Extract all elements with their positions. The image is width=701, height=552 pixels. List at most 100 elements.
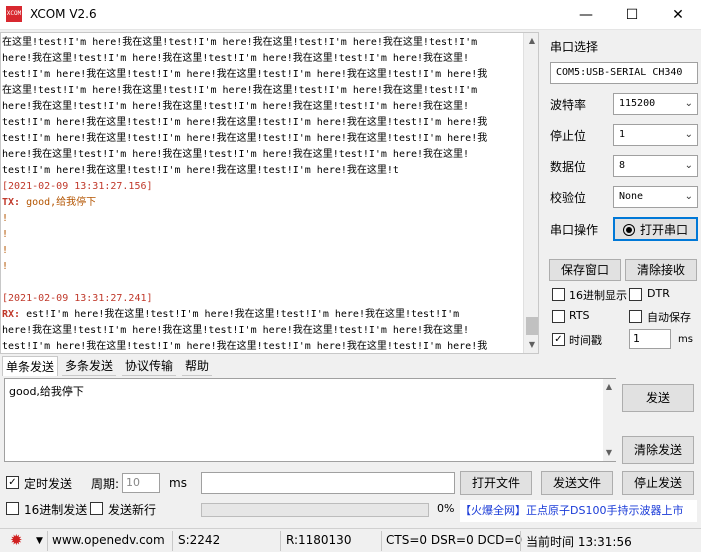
receive-line: TX: good,给我停下 bbox=[2, 195, 520, 211]
send-scrollbar[interactable]: ▲ ▼ bbox=[603, 379, 616, 461]
clear-send-button[interactable]: 清除发送 bbox=[622, 436, 694, 464]
receive-line: here!我在这里!test!I'm here!我在这里!test!I'm he… bbox=[2, 99, 520, 115]
chevron-down-icon: ⌄ bbox=[684, 160, 693, 171]
receive-area[interactable]: 在这里!test!I'm here!我在这里!test!I'm here!我在这… bbox=[0, 32, 539, 354]
scroll-up-icon[interactable]: ▲ bbox=[603, 381, 615, 393]
receive-line bbox=[2, 275, 520, 291]
receive-line: [2021-02-09 13:31:27.156] bbox=[2, 179, 520, 195]
progress-text: 0% bbox=[437, 502, 455, 515]
minimize-button[interactable]: — bbox=[563, 0, 609, 30]
chevron-down-icon: ⌄ bbox=[684, 129, 693, 140]
status-bar: ✹ ▼ www.openedv.com S:2242 R:1180130 CTS… bbox=[0, 528, 701, 552]
receive-line-text: 在这里!test!I'm here!我在这里!test!I'm here!我在这… bbox=[2, 37, 478, 48]
hex-display-label: 16进制显示 bbox=[569, 289, 627, 302]
website-link[interactable]: www.openedv.com bbox=[52, 533, 165, 547]
port-label: 串口选择 bbox=[550, 40, 599, 54]
receive-line-text: test!I'm here!我在这里!test!I'm here!我在这里!te… bbox=[2, 341, 488, 352]
receive-line-text: est!I'm here!我在这里!test!I'm here!我在这里!tes… bbox=[20, 309, 460, 320]
hex-display-checkbox[interactable] bbox=[552, 288, 565, 301]
period-input[interactable]: 10 bbox=[122, 473, 160, 493]
databit-select[interactable]: 8 ⌄ bbox=[613, 155, 698, 177]
hex-send-label: 16进制发送 bbox=[24, 503, 88, 517]
timestamp-ms-input[interactable]: 1 bbox=[629, 329, 671, 349]
receive-line-text: here!我在这里!test!I'm here!我在这里!test!I'm he… bbox=[2, 325, 470, 336]
timestamp-checkbox[interactable]: ✓ bbox=[552, 333, 565, 346]
hex-send-checkbox[interactable] bbox=[6, 502, 19, 515]
scroll-down-icon[interactable]: ▼ bbox=[526, 339, 538, 351]
receive-text: 在这里!test!I'm here!我在这里!test!I'm here!我在这… bbox=[2, 35, 520, 353]
current-time: 当前时间 13:31:56 bbox=[526, 535, 632, 549]
open-port-button[interactable]: 打开串口 bbox=[613, 217, 698, 241]
send-file-button[interactable]: 发送文件 bbox=[541, 471, 613, 495]
receive-scrollbar[interactable]: ▲ ▼ bbox=[523, 33, 538, 353]
scroll-thumb[interactable] bbox=[526, 317, 538, 335]
divider bbox=[280, 531, 281, 551]
receive-line: test!I'm here!我在这里!test!I'm here!我在这里!te… bbox=[2, 339, 520, 353]
send-button[interactable]: 发送 bbox=[622, 384, 694, 412]
rts-checkbox[interactable] bbox=[552, 310, 565, 323]
receive-line-text: [2021-02-09 13:31:27.156] bbox=[2, 181, 153, 192]
receive-line-text: here!我在这里!test!I'm here!我在这里!test!I'm he… bbox=[2, 53, 470, 64]
send-input[interactable]: good,给我停下 ▲ ▼ bbox=[4, 378, 616, 462]
receive-line-text: ! bbox=[2, 229, 9, 240]
receive-line-text: 在这里!test!I'm here!我在这里!test!I'm here!我在这… bbox=[2, 85, 478, 96]
receive-line: [2021-02-09 13:31:27.241] bbox=[2, 291, 520, 307]
tab-single-send[interactable]: 单条发送 bbox=[2, 356, 59, 376]
open-file-button[interactable]: 打开文件 bbox=[460, 471, 532, 495]
file-path-input[interactable] bbox=[201, 472, 455, 494]
port-value: COM5:USB-SERIAL CH340 bbox=[556, 67, 683, 78]
stopbit-value: 1 bbox=[619, 129, 626, 140]
baud-value: 115200 bbox=[619, 98, 656, 109]
send-newline-checkbox[interactable] bbox=[90, 502, 103, 515]
baud-select[interactable]: 115200 ⌄ bbox=[613, 93, 698, 115]
period-label: 周期: bbox=[91, 477, 120, 491]
receive-line: 在这里!test!I'm here!我在这里!test!I'm here!我在这… bbox=[2, 83, 520, 99]
rts-label: RTS bbox=[569, 309, 590, 322]
chevron-down-icon: ⌄ bbox=[684, 98, 693, 109]
stopbit-select[interactable]: 1 ⌄ bbox=[613, 124, 698, 146]
app-icon: XCOM bbox=[6, 6, 22, 22]
port-select[interactable]: COM5:USB-SERIAL CH340 bbox=[550, 62, 698, 84]
stop-send-button[interactable]: 停止发送 bbox=[622, 471, 694, 495]
gear-icon[interactable]: ✹ bbox=[10, 531, 23, 549]
auto-save-checkbox[interactable] bbox=[629, 310, 642, 323]
maximize-button[interactable]: ☐ bbox=[609, 0, 655, 30]
dtr-label: DTR bbox=[647, 287, 670, 300]
op-label: 串口操作 bbox=[550, 223, 599, 237]
receive-line: test!I'm here!我在这里!test!I'm here!我在这里!te… bbox=[2, 115, 520, 131]
stopbit-label: 停止位 bbox=[550, 129, 587, 143]
tab-multi-send[interactable]: 多条发送 bbox=[62, 356, 117, 376]
receive-line: test!I'm here!我在这里!test!I'm here!我在这里!te… bbox=[2, 67, 520, 83]
dropdown-icon[interactable]: ▼ bbox=[36, 536, 43, 546]
receive-line-text: test!I'm here!我在这里!test!I'm here!我在这里!te… bbox=[2, 165, 399, 176]
parity-select[interactable]: None ⌄ bbox=[613, 186, 698, 208]
clear-receive-button[interactable]: 清除接收 bbox=[625, 259, 697, 281]
close-button[interactable]: ✕ bbox=[655, 0, 701, 30]
period-unit: ms bbox=[169, 476, 187, 490]
scroll-up-icon[interactable]: ▲ bbox=[526, 35, 538, 47]
save-window-button[interactable]: 保存窗口 bbox=[549, 259, 621, 281]
receive-line: ! bbox=[2, 259, 520, 275]
received-count: R:1180130 bbox=[286, 533, 352, 547]
parity-value: None bbox=[619, 191, 644, 202]
databit-label: 数据位 bbox=[550, 160, 587, 174]
send-progress-bar bbox=[201, 503, 429, 517]
line-status: CTS=0 DSR=0 DCD=0 bbox=[386, 533, 523, 547]
receive-line-text: here!我在这里!test!I'm here!我在这里!test!I'm he… bbox=[2, 149, 470, 160]
receive-line-text: good,给我停下 bbox=[20, 197, 97, 208]
timed-send-checkbox[interactable]: ✓ bbox=[6, 476, 19, 489]
divider bbox=[520, 531, 521, 551]
tx-label: TX: bbox=[2, 197, 21, 208]
databit-value: 8 bbox=[619, 160, 626, 171]
receive-line-text: ! bbox=[2, 261, 9, 272]
receive-line: here!我在这里!test!I'm here!我在这里!test!I'm he… bbox=[2, 323, 520, 339]
chevron-down-icon: ⌄ bbox=[684, 191, 693, 202]
receive-line-text: here!我在这里!test!I'm here!我在这里!test!I'm he… bbox=[2, 101, 470, 112]
open-port-label: 打开串口 bbox=[639, 223, 688, 237]
dtr-checkbox[interactable] bbox=[629, 288, 642, 301]
send-text: good,给我停下 bbox=[9, 385, 84, 398]
tab-protocol[interactable]: 协议传输 bbox=[122, 356, 177, 376]
scroll-down-icon[interactable]: ▼ bbox=[603, 447, 615, 459]
ad-link[interactable]: 【火爆全网】正点原子DS100手持示波器上市 bbox=[460, 500, 697, 522]
tab-help[interactable]: 帮助 bbox=[182, 356, 213, 376]
